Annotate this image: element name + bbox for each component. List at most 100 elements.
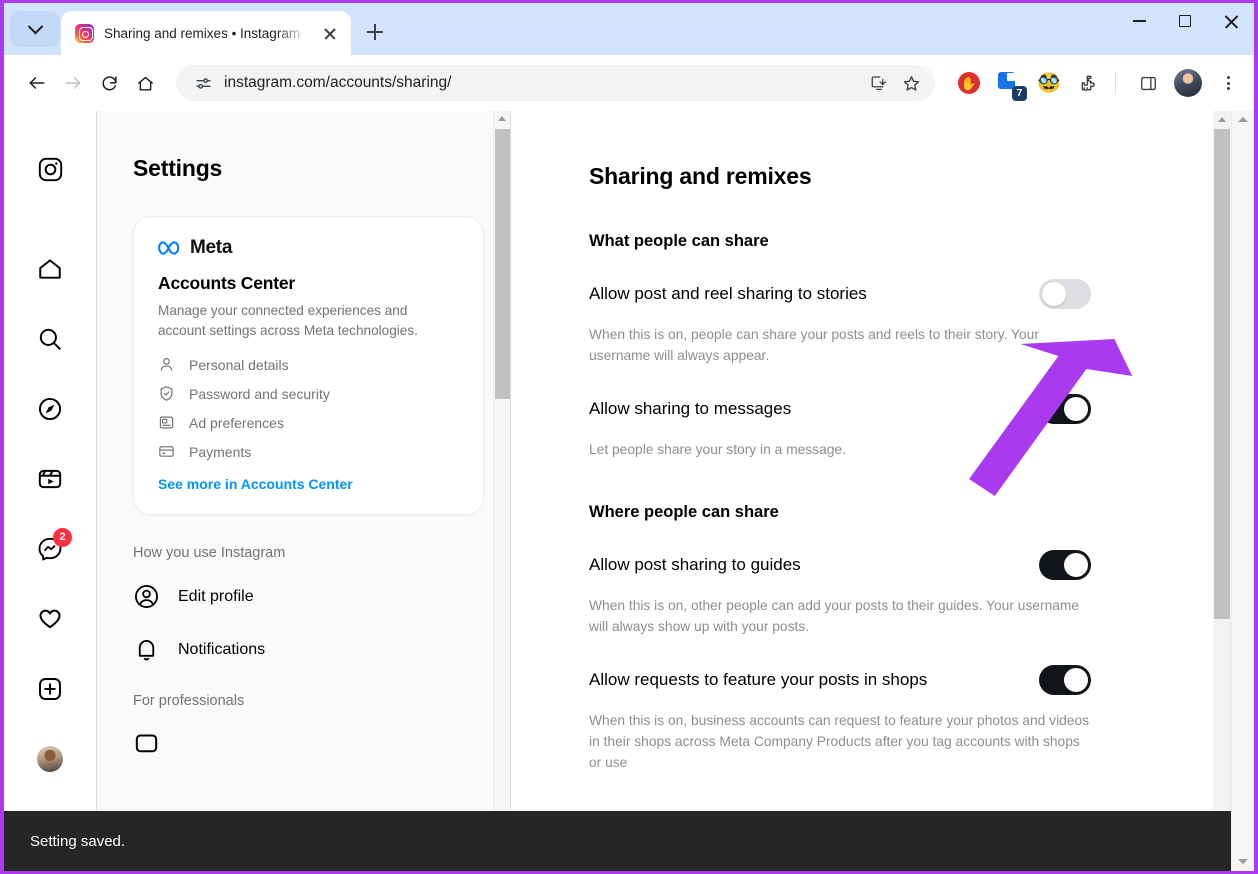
sidebar-item-explore[interactable] bbox=[26, 385, 74, 433]
profile-avatar[interactable] bbox=[1172, 67, 1204, 99]
profile-avatar-icon bbox=[37, 746, 63, 772]
meta-logo: Meta bbox=[158, 237, 461, 259]
list-item[interactable]: Payments bbox=[158, 443, 461, 460]
ad-preferences-icon bbox=[159, 416, 174, 429]
scrollbar-thumb[interactable] bbox=[1214, 129, 1230, 619]
adblock-extension-icon[interactable]: ✋ bbox=[953, 67, 985, 99]
toggle-knob bbox=[1064, 553, 1088, 578]
close-window-button[interactable] bbox=[1208, 3, 1254, 39]
sidebar-item-label: Notifications bbox=[178, 640, 266, 658]
toggle-allow-requests-to-feature-your-posts-in-shops[interactable] bbox=[1039, 665, 1091, 696]
minimize-button[interactable] bbox=[1116, 3, 1162, 39]
back-button[interactable] bbox=[20, 66, 54, 100]
list-item[interactable]: Personal details bbox=[158, 356, 461, 373]
credit-card-icon bbox=[159, 446, 174, 458]
sidebar-item-notifications[interactable]: Notifications bbox=[133, 636, 484, 663]
setting-description: When this is on, business accounts can r… bbox=[589, 713, 1090, 770]
see-more-accounts-center-link[interactable]: See more in Accounts Center bbox=[158, 476, 461, 492]
page-content: 2 Settings Meta Accounts Center Manage y… bbox=[4, 111, 1254, 871]
setting-label: Allow sharing to messages bbox=[589, 399, 792, 419]
maximize-button[interactable] bbox=[1162, 3, 1208, 39]
list-item[interactable]: Ad preferences bbox=[158, 414, 461, 431]
list-item-label: Payments bbox=[189, 443, 252, 460]
section-heading-what-people-can-share: What people can share bbox=[589, 232, 769, 250]
sidebar-item-reels[interactable] bbox=[26, 455, 74, 503]
install-app-icon[interactable] bbox=[863, 67, 895, 99]
toggle-allow-sharing-to-messages[interactable] bbox=[1039, 394, 1091, 425]
instagram-favicon-icon bbox=[75, 23, 94, 43]
toolbar-divider bbox=[1115, 73, 1116, 93]
browser-scrollbar[interactable] bbox=[1231, 111, 1254, 871]
toggle-allow-post-sharing-to-guides[interactable] bbox=[1039, 550, 1091, 581]
settings-title: Settings bbox=[133, 155, 223, 181]
account-type-icon bbox=[135, 734, 158, 753]
sidebar-item-messages[interactable]: 2 bbox=[26, 525, 74, 573]
user-circle-icon bbox=[135, 585, 158, 609]
browser-tab[interactable]: Sharing and remixes • Instagram bbox=[61, 11, 351, 55]
setting-allow-post-sharing-to-guides: Allow post sharing to guides When this i… bbox=[589, 550, 1091, 637]
toggle-allow-post-and-reel-sharing-to-stories[interactable] bbox=[1039, 279, 1091, 309]
list-item-label: Ad preferences bbox=[189, 414, 284, 431]
group-label-how-you-use-instagram: How you use Instagram bbox=[133, 545, 286, 562]
toast-message: Setting saved. bbox=[30, 832, 126, 850]
section-heading-where-people-can-share: Where people can share bbox=[589, 503, 779, 522]
setting-description: Let people share your story in a message… bbox=[589, 442, 846, 458]
sidebar-item-notifications[interactable] bbox=[26, 595, 74, 643]
forward-button[interactable] bbox=[56, 66, 90, 100]
toast-notification: Setting saved. bbox=[4, 811, 1231, 871]
setting-description: When this is on, people can share your p… bbox=[589, 327, 1039, 363]
tab-strip: Sharing and remixes • Instagram bbox=[4, 3, 1254, 55]
home-button[interactable] bbox=[128, 66, 162, 100]
setting-allow-requests-to-feature-your-posts-in-shops: Allow requests to feature your posts in … bbox=[589, 665, 1091, 773]
address-bar[interactable]: instagram.com/accounts/sharing/ bbox=[176, 65, 935, 101]
sidebar-item-instagram-logo[interactable] bbox=[26, 145, 74, 193]
site-settings-icon[interactable] bbox=[190, 70, 216, 96]
sidebar-item-search[interactable] bbox=[26, 315, 74, 363]
list-item[interactable]: Password and security bbox=[158, 385, 461, 402]
bookmark-star-icon[interactable] bbox=[895, 67, 927, 99]
three-dots-icon bbox=[1214, 69, 1242, 97]
mask-glyph: 🥸 bbox=[1037, 72, 1061, 94]
meta-wordmark: Meta bbox=[190, 237, 233, 258]
main-content: Sharing and remixes What people can shar… bbox=[511, 111, 1254, 871]
setting-label: Allow post sharing to guides bbox=[589, 555, 801, 575]
save-extension-icon[interactable]: 7 bbox=[993, 67, 1027, 101]
toggle-knob bbox=[1064, 397, 1088, 422]
url-text: instagram.com/accounts/sharing/ bbox=[224, 74, 452, 91]
toggle-knob bbox=[1042, 282, 1066, 306]
scroll-up-arrow-icon[interactable] bbox=[1238, 117, 1248, 122]
setting-label: Allow requests to feature your posts in … bbox=[589, 670, 928, 690]
scroll-down-arrow-icon[interactable] bbox=[1238, 859, 1248, 864]
sidebar-item-partially-visible[interactable] bbox=[133, 731, 484, 758]
setting-allow-post-and-reel-sharing-to-stories: Allow post and reel sharing to stories W… bbox=[589, 279, 1091, 366]
person-icon bbox=[160, 358, 173, 371]
scrollbar-thumb[interactable] bbox=[495, 129, 510, 399]
sidebar-item-edit-profile[interactable]: Edit profile bbox=[133, 583, 484, 610]
shield-check-icon bbox=[160, 386, 173, 402]
list-item-label: Personal details bbox=[189, 356, 289, 373]
new-tab-button[interactable] bbox=[360, 17, 390, 47]
bell-icon bbox=[138, 640, 155, 661]
close-tab-icon[interactable] bbox=[319, 22, 341, 44]
sidebar-item-profile[interactable] bbox=[26, 735, 74, 783]
meta-infinity-icon bbox=[158, 240, 180, 255]
scroll-up-arrow-icon[interactable] bbox=[498, 116, 506, 121]
chrome-menu-button[interactable] bbox=[1212, 67, 1244, 99]
page-title: Sharing and remixes bbox=[589, 163, 812, 189]
group-label-for-professionals: For professionals bbox=[133, 693, 245, 710]
accounts-center-card[interactable]: Meta Accounts Center Manage your connect… bbox=[133, 216, 484, 516]
scroll-up-arrow-icon[interactable] bbox=[1217, 117, 1226, 122]
extensions-puzzle-icon[interactable] bbox=[1073, 67, 1105, 99]
side-panel-icon[interactable] bbox=[1132, 67, 1164, 99]
sidebar-item-create[interactable] bbox=[26, 665, 74, 713]
tab-search-button[interactable] bbox=[10, 11, 60, 47]
window-controls bbox=[1116, 3, 1254, 39]
avatar bbox=[1174, 69, 1202, 97]
settings-panel-scrollbar[interactable] bbox=[493, 111, 510, 871]
sidebar-item-home[interactable] bbox=[26, 245, 74, 293]
list-item-label: Password and security bbox=[189, 385, 330, 402]
chevron-down-icon bbox=[27, 18, 43, 34]
reload-button[interactable] bbox=[92, 66, 126, 100]
mask-extension-icon[interactable]: 🥸 bbox=[1033, 67, 1065, 99]
instagram-page-scrollbar[interactable] bbox=[1213, 111, 1231, 871]
